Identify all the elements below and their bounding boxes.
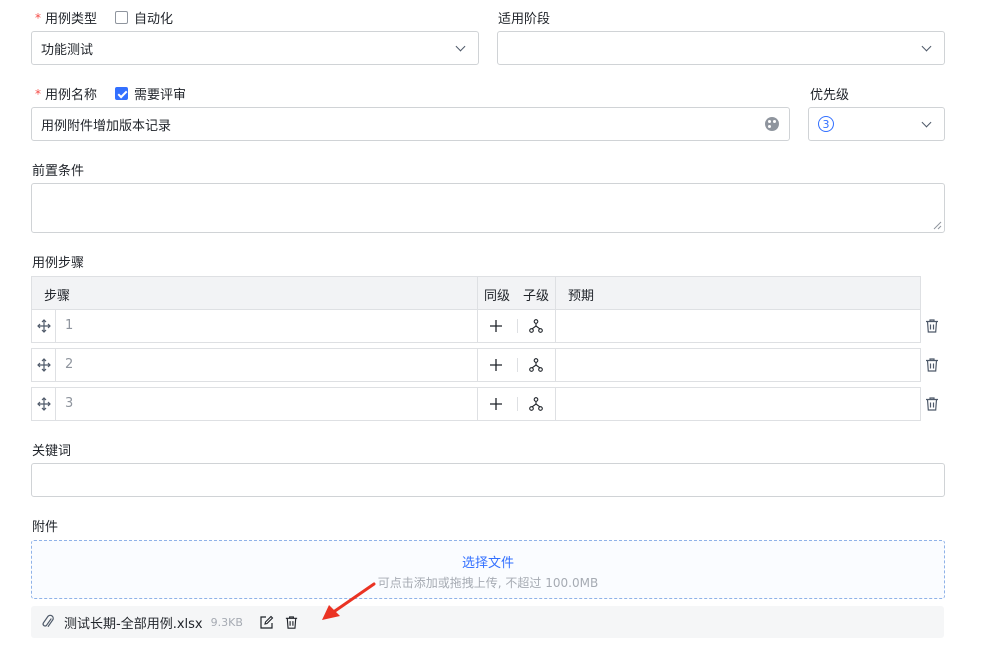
add-sibling-icon[interactable] bbox=[490, 359, 502, 371]
case-name-label-row: * 用例名称 需要评审 bbox=[35, 84, 187, 104]
chevron-down-icon bbox=[455, 41, 466, 51]
stage-label: 适用阶段 bbox=[498, 12, 551, 27]
required-mark: * bbox=[35, 86, 41, 101]
automation-checkbox[interactable] bbox=[115, 11, 129, 24]
step-row: 1 bbox=[31, 309, 921, 343]
step-row: 2 bbox=[31, 348, 921, 382]
add-child-icon[interactable] bbox=[529, 358, 543, 372]
review-checkbox[interactable] bbox=[115, 87, 129, 100]
case-name-input[interactable]: 用例附件增加版本记录 bbox=[31, 107, 790, 141]
precondition-label: 前置条件 bbox=[32, 164, 85, 179]
trash-icon[interactable] bbox=[924, 357, 940, 373]
add-child-icon[interactable] bbox=[529, 397, 543, 411]
attachment-item: 测试长期-全部用例.xlsx 9.3KB bbox=[31, 606, 944, 638]
chevron-down-icon bbox=[921, 117, 932, 127]
child-column-header: 子级 bbox=[523, 289, 550, 304]
sibling-column-header: 同级 bbox=[484, 289, 511, 304]
step-number[interactable]: 3 bbox=[65, 396, 73, 411]
expected-column-header: 预期 bbox=[568, 289, 595, 304]
steps-label: 用例步骤 bbox=[32, 256, 85, 271]
annotation-arrow bbox=[322, 582, 376, 620]
trash-icon[interactable] bbox=[284, 615, 299, 630]
required-mark: * bbox=[35, 10, 41, 25]
case-type-label: 用例类型 bbox=[45, 12, 98, 27]
case-name-value: 用例附件增加版本记录 bbox=[41, 118, 172, 134]
drag-handle-icon[interactable] bbox=[37, 358, 51, 372]
automation-label: 自动化 bbox=[134, 12, 174, 27]
step-number[interactable]: 2 bbox=[65, 357, 73, 372]
add-child-icon[interactable] bbox=[529, 319, 543, 333]
case-name-label: 用例名称 bbox=[45, 88, 98, 103]
palette-icon[interactable] bbox=[765, 117, 779, 131]
resize-handle-icon[interactable] bbox=[932, 220, 942, 230]
trash-icon[interactable] bbox=[924, 318, 940, 334]
select-file-link[interactable]: 选择文件 bbox=[32, 552, 944, 571]
drag-handle-icon[interactable] bbox=[37, 397, 51, 411]
steps-table-header: 步骤 同级 子级 预期 bbox=[31, 276, 921, 310]
priority-value: 3 bbox=[818, 116, 834, 132]
stage-select[interactable] bbox=[497, 31, 945, 65]
paperclip-icon bbox=[42, 614, 54, 627]
add-sibling-icon[interactable] bbox=[490, 398, 502, 410]
keywords-label: 关键词 bbox=[32, 444, 72, 459]
attachment-file-size: 9.3KB bbox=[210, 615, 243, 629]
keywords-input[interactable] bbox=[31, 463, 945, 497]
step-row: 3 bbox=[31, 387, 921, 421]
precondition-textarea[interactable] bbox=[31, 183, 945, 233]
priority-select[interactable]: 3 bbox=[808, 107, 945, 141]
upload-dropzone[interactable]: 选择文件 可点击添加或拖拽上传, 不超过 100.0MB bbox=[31, 540, 945, 599]
case-type-label-row: * 用例类型 自动化 bbox=[35, 8, 174, 28]
drag-handle-icon[interactable] bbox=[37, 319, 51, 333]
step-number[interactable]: 1 bbox=[65, 318, 73, 333]
trash-icon[interactable] bbox=[924, 396, 940, 412]
priority-label: 优先级 bbox=[810, 88, 850, 103]
edit-icon[interactable] bbox=[259, 615, 274, 630]
step-column-header: 步骤 bbox=[44, 289, 71, 304]
add-sibling-icon[interactable] bbox=[490, 320, 502, 332]
attachment-file-name[interactable]: 测试长期-全部用例.xlsx bbox=[64, 613, 203, 632]
attachments-label: 附件 bbox=[32, 520, 59, 535]
chevron-down-icon bbox=[921, 41, 932, 51]
case-type-value: 功能测试 bbox=[41, 42, 94, 58]
case-type-select[interactable]: 功能测试 bbox=[31, 31, 479, 65]
upload-hint: 可点击添加或拖拽上传, 不超过 100.0MB bbox=[377, 576, 599, 590]
review-label: 需要评审 bbox=[134, 88, 187, 103]
